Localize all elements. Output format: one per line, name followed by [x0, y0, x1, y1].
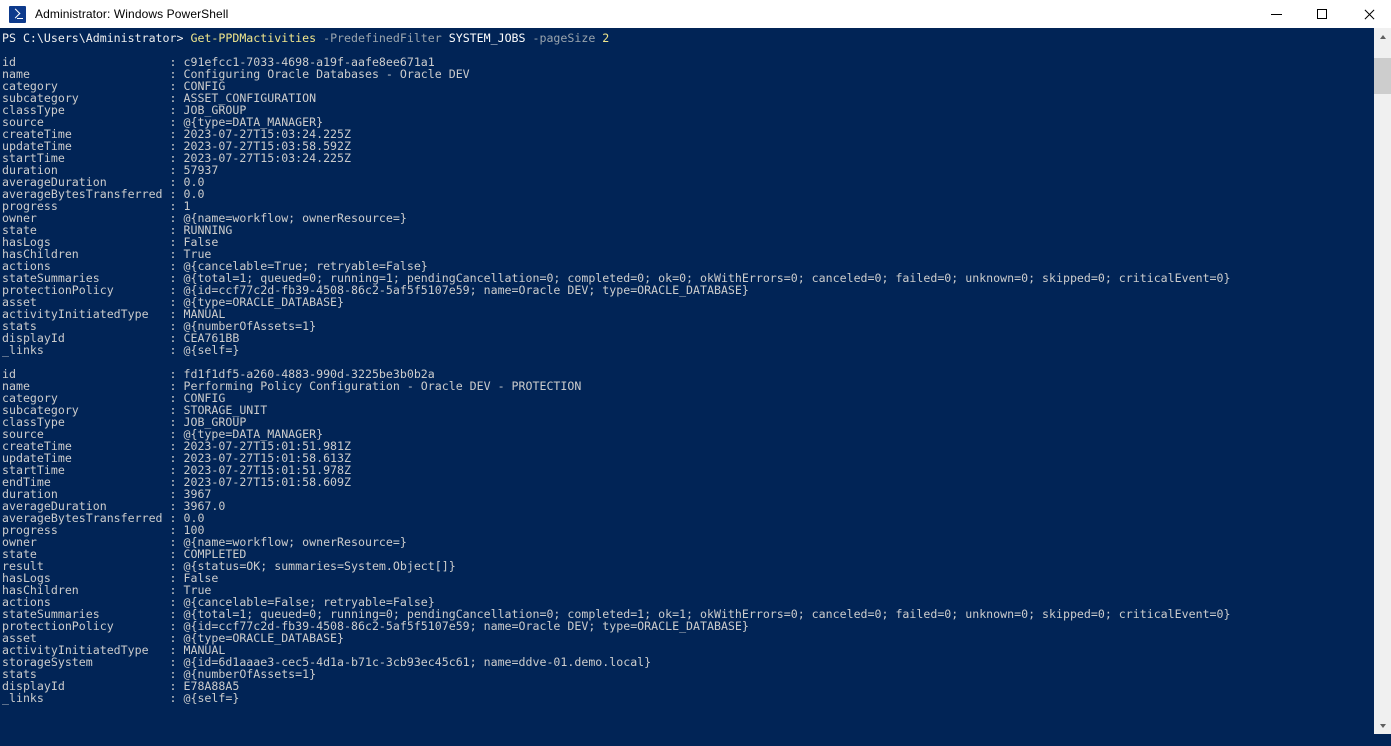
maximize-icon	[1317, 9, 1327, 19]
output-line: averageBytesTransferred : 0.0	[2, 187, 205, 201]
output-line: _links : @{self=}	[2, 343, 240, 357]
powershell-icon	[9, 5, 26, 23]
powershell-underscore-glyph	[17, 17, 23, 20]
parameter-value: SYSTEM_JOBS	[441, 31, 526, 45]
close-button[interactable]	[1345, 0, 1391, 28]
window-titlebar[interactable]: Administrator: Windows PowerShell	[0, 0, 1391, 28]
scrollbar-thumb[interactable]	[1374, 58, 1391, 94]
output-line: _links : @{self=}	[2, 691, 240, 705]
parameter-flag: -PredefinedFilter	[316, 31, 442, 45]
parameter-flag: -pageSize	[525, 31, 596, 45]
cmdlet-name: Get-PPDMactivities	[190, 31, 317, 45]
window-controls	[1253, 0, 1391, 28]
chevron-down-icon	[1379, 723, 1386, 728]
scroll-up-arrow[interactable]	[1374, 28, 1391, 45]
output-line: averageDuration : 3967.0	[2, 499, 226, 513]
console-output-area[interactable]: PS C:\Users\Administrator> Get-PPDMactiv…	[0, 28, 1391, 746]
chevron-up-icon	[1379, 34, 1386, 39]
output-line: averageBytesTransferred : 0.0	[2, 511, 205, 525]
minimize-icon	[1270, 13, 1282, 15]
powershell-chevron-glyph	[10, 8, 20, 18]
close-icon	[1363, 9, 1374, 20]
minimize-button[interactable]	[1253, 0, 1299, 28]
scroll-down-arrow[interactable]	[1374, 717, 1391, 734]
maximize-button[interactable]	[1299, 0, 1345, 28]
window-title: Administrator: Windows PowerShell	[35, 7, 229, 21]
parameter-value: 2	[595, 31, 610, 45]
command-line: PS C:\Users\Administrator> Get-PPDMactiv…	[2, 32, 1374, 44]
output-line: averageDuration : 0.0	[2, 175, 205, 189]
shell-prompt: PS C:\Users\Administrator>	[2, 31, 191, 45]
output-line: duration : 57937	[2, 163, 219, 177]
console-text: PS C:\Users\Administrator> Get-PPDMactiv…	[0, 28, 1374, 704]
console-scrollbar[interactable]	[1374, 28, 1391, 734]
